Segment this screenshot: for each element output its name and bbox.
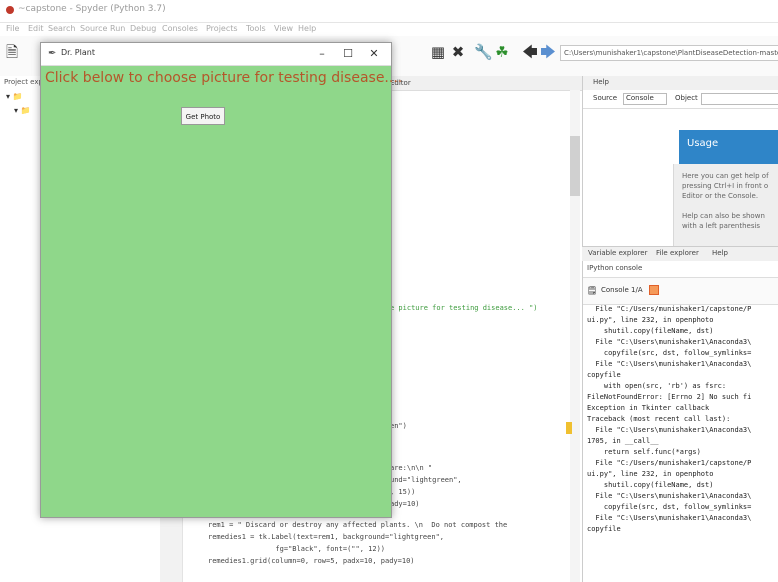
working-directory-field[interactable]: C:\Users\munishaker1\capstone\PlantDisea… xyxy=(560,45,778,61)
editor-scrollbar-thumb[interactable] xyxy=(570,136,580,196)
console-line: 1705, in __call__ xyxy=(587,437,659,445)
console-close-icon[interactable] xyxy=(649,285,659,295)
spyder-logo-icon xyxy=(6,6,14,14)
console-tab[interactable]: Console 1/A xyxy=(601,286,643,294)
tree-expand-icon[interactable]: ▾ 📁 xyxy=(14,106,31,115)
console-line: File "C:\Users\munishaker1\Anaconda3\ xyxy=(587,338,752,346)
console-line: return self.func(*args) xyxy=(587,448,701,456)
get-photo-button[interactable]: Get Photo xyxy=(181,107,225,125)
menu-source[interactable]: Source xyxy=(80,24,107,33)
help-title: Help xyxy=(593,78,609,86)
console-line: File "C:\Users\munishaker1\Anaconda3\ xyxy=(587,492,752,500)
dr-plant-window-title: Dr. Plant xyxy=(61,48,95,57)
console-line: shutil.copy(fileName, dst) xyxy=(587,327,714,335)
console-line: File "C:/Users/munishaker1/capstone/P xyxy=(587,459,752,467)
console-line: File "C:\Users\munishaker1\Anaconda3\ xyxy=(587,360,752,368)
console-line: ui.py", line 232, in openphoto xyxy=(587,470,714,478)
code-line: remedies1 = tk.Label(text=rem1, backgrou… xyxy=(208,533,445,541)
code-line: fg="Black", font=("", 12)) xyxy=(208,545,386,553)
help-pane-header: Help xyxy=(583,76,778,90)
preferences-wrench-icon[interactable]: 🔧 xyxy=(474,44,493,60)
help-object-label: Object xyxy=(675,94,698,102)
console-icon: 🗒 xyxy=(587,286,598,295)
usage-header: Usage xyxy=(679,130,778,164)
help-source-label: Source xyxy=(593,94,618,102)
console-tab-bar: 🗒 Console 1/A xyxy=(583,277,778,305)
code-line: are:\n\n " xyxy=(390,464,433,472)
console-line: Traceback (most recent call last): xyxy=(587,415,731,423)
code-line: remedies1.grid(column=0, row=5, padx=10,… xyxy=(208,557,415,565)
help-source-row: Source Console Object xyxy=(583,90,778,109)
forward-arrow-icon[interactable]: 🡆 xyxy=(540,44,556,60)
menu-help[interactable]: Help xyxy=(298,24,316,33)
console-line: File "C:/Users/munishaker1/capstone/P xyxy=(587,305,752,313)
maximize-button[interactable]: ☐ xyxy=(337,46,359,62)
new-file-icon[interactable]: 🗎 xyxy=(4,44,20,60)
usage-line: Here you can get help of xyxy=(682,172,769,180)
spyder-menu-bar: File Edit Search Source Run Debug Consol… xyxy=(0,22,778,36)
menu-edit[interactable]: Edit xyxy=(28,24,44,33)
console-header: IPython console xyxy=(587,264,643,272)
usage-line: Editor or the Console. xyxy=(682,192,759,200)
menu-consoles[interactable]: Consoles xyxy=(162,24,198,33)
help-source-dropdown[interactable]: Console xyxy=(623,93,667,105)
feather-icon: ✒ xyxy=(48,48,57,59)
spyder-title-bar: ~capstone - Spyder (Python 3.7) xyxy=(0,0,778,23)
menu-tools[interactable]: Tools xyxy=(246,24,266,33)
help-pane: Help Source Console Object Usage Here yo… xyxy=(582,76,778,246)
dr-plant-window: ✒ Dr. Plant – ☐ ✕ Click below to choose … xyxy=(40,42,402,518)
menu-debug[interactable]: Debug xyxy=(130,24,156,33)
tab-help[interactable]: Help xyxy=(712,249,728,257)
menu-run[interactable]: Run xyxy=(110,24,125,33)
help-object-input[interactable] xyxy=(701,93,778,105)
tab-file-explorer[interactable]: File explorer xyxy=(656,249,699,257)
usage-body: Here you can get help of pressing Ctrl+I… xyxy=(673,164,778,246)
console-line: copyfile(src, dst, follow_symlinks= xyxy=(587,349,752,357)
fullscreen-icon[interactable]: ✖ xyxy=(450,44,466,60)
ipython-console[interactable]: IPython console 🗒 Console 1/A File "C:/U… xyxy=(582,261,778,582)
console-line: Exception in Tkinter callback xyxy=(587,404,710,412)
code-line: rem1 = " Discard or destroy any affected… xyxy=(208,521,508,529)
warning-marker-icon xyxy=(566,422,572,434)
instruction-label: Click below to choose picture for testin… xyxy=(45,70,403,86)
code-line: en") xyxy=(390,422,407,430)
dr-plant-title-bar: ✒ Dr. Plant – ☐ ✕ xyxy=(41,43,391,66)
tab-variable-explorer[interactable]: Variable explorer xyxy=(588,249,647,257)
python-path-icon[interactable]: ☘ xyxy=(494,44,510,60)
maximize-pane-icon[interactable]: ▦ xyxy=(430,44,446,60)
console-line: ui.py", line 232, in openphoto xyxy=(587,316,714,324)
menu-view[interactable]: View xyxy=(274,24,293,33)
console-line: File "C:\Users\munishaker1\Anaconda3\ xyxy=(587,426,752,434)
code-line: ady=10) xyxy=(390,500,420,508)
console-line: copyfile xyxy=(587,525,621,533)
minimize-button[interactable]: – xyxy=(311,46,333,62)
usage-line: with a left parenthesis xyxy=(682,222,761,230)
usage-line: Help can also be shown xyxy=(682,212,765,220)
console-line: File "C:\Users\munishaker1\Anaconda3\ xyxy=(587,514,752,522)
spyder-window-title: ~capstone - Spyder (Python 3.7) xyxy=(18,4,166,14)
console-line: copyfile(src, dst, follow_symlinks= xyxy=(587,503,752,511)
console-line: with open(src, 'rb') as fsrc: xyxy=(587,382,727,390)
code-line: e picture for testing disease... ") xyxy=(390,304,538,312)
pane-tab-bar: Variable explorer File explorer Help xyxy=(582,246,778,262)
code-line: , 15)) xyxy=(390,488,416,496)
back-arrow-icon[interactable]: 🡄 xyxy=(522,44,538,60)
menu-search[interactable]: Search xyxy=(48,24,75,33)
console-line: copyfile xyxy=(587,371,621,379)
menu-file[interactable]: File xyxy=(6,24,19,33)
usage-line: pressing Ctrl+I in front o xyxy=(682,182,769,190)
menu-projects[interactable]: Projects xyxy=(206,24,238,33)
code-line: und="lightgreen", xyxy=(390,476,462,484)
close-button[interactable]: ✕ xyxy=(363,46,385,62)
console-line: shutil.copy(fileName, dst) xyxy=(587,481,714,489)
console-line: FileNotFoundError: [Errno 2] No such fi xyxy=(587,393,752,401)
tree-expand-icon[interactable]: ▾ 📁 xyxy=(6,92,23,101)
